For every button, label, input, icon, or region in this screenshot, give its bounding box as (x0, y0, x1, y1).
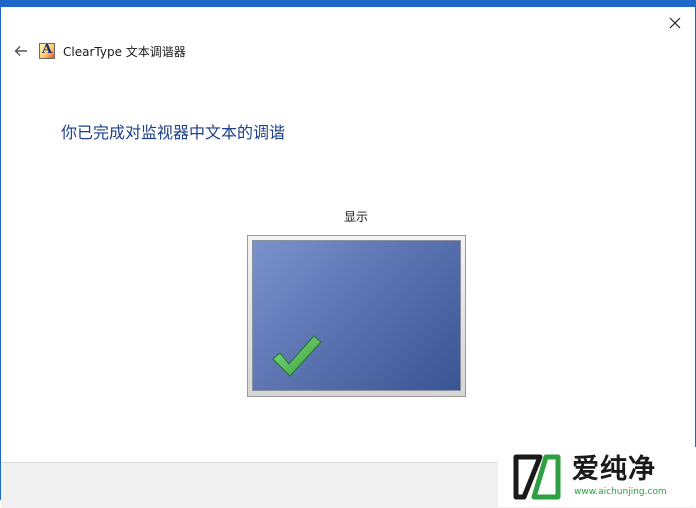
page-heading: 你已完成对监视器中文本的调谐 (61, 123, 286, 142)
close-button[interactable] (661, 11, 689, 35)
cleartype-icon: A (39, 43, 55, 59)
cleartype-tuner-window: A ClearType 文本调谐器 你已完成对监视器中文本的调谐 显示 爱纯净 (0, 0, 696, 508)
back-button[interactable] (11, 41, 31, 61)
monitor-illustration (247, 235, 466, 397)
watermark-brand: 爱纯净 (572, 454, 656, 485)
watermark-logo-icon (513, 454, 561, 500)
title-bar: A ClearType 文本调谐器 (11, 41, 186, 61)
monitor-screen (252, 240, 461, 391)
checkmark-icon (272, 335, 322, 377)
app-title: ClearType 文本调谐器 (63, 44, 186, 59)
monitor-label: 显示 (344, 210, 369, 224)
close-icon (669, 17, 681, 29)
back-arrow-icon (14, 46, 27, 56)
watermark: 爱纯净 www.aichunjing.com (498, 447, 696, 507)
watermark-url: www.aichunjing.com (574, 487, 667, 497)
